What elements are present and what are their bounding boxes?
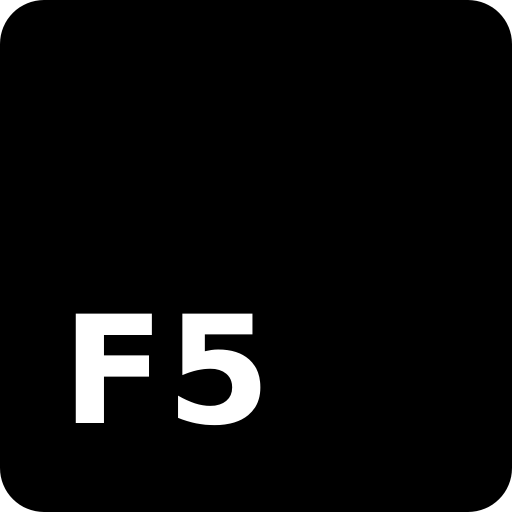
key-label: F5	[62, 285, 273, 459]
f5-key-icon: F5	[0, 0, 512, 512]
